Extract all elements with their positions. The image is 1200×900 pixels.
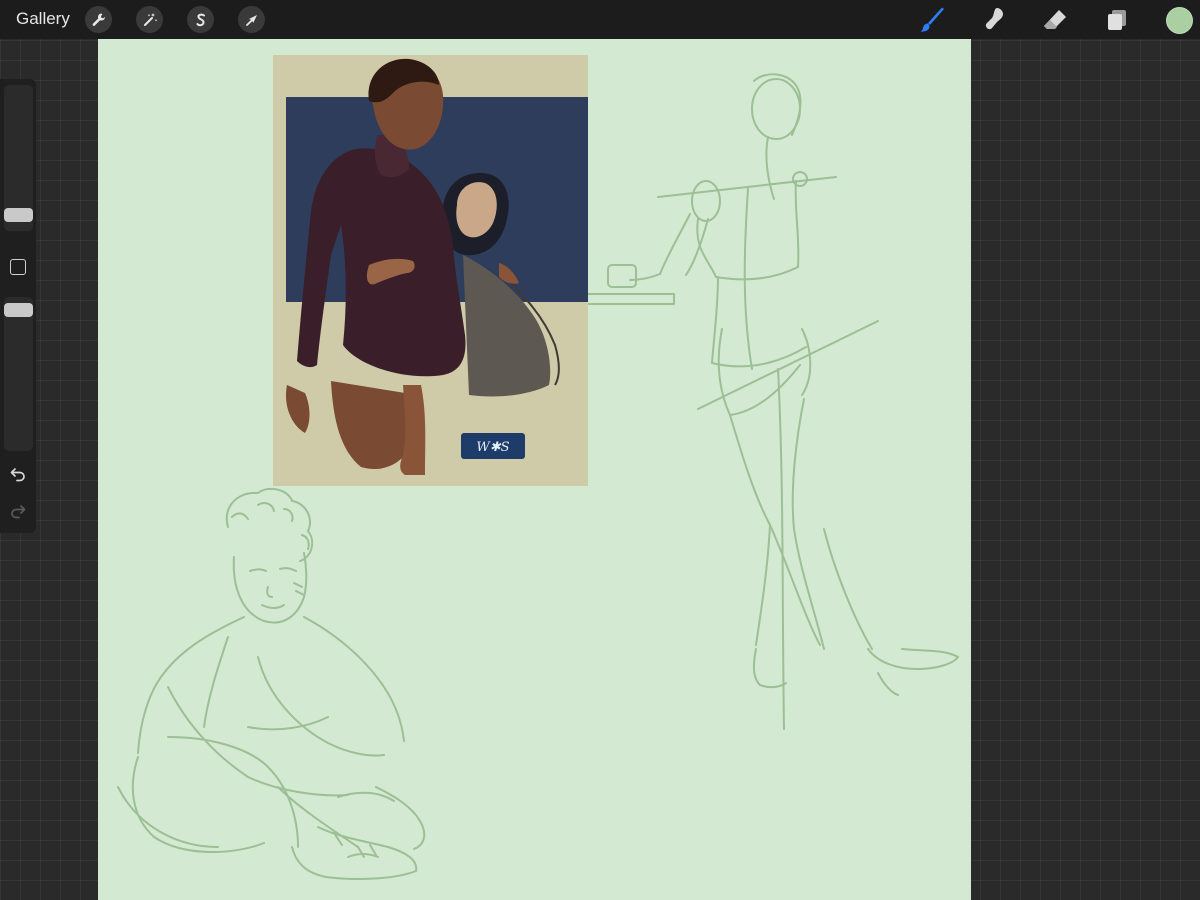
drawing-canvas[interactable]: W✱S [98,39,971,900]
modify-button[interactable] [10,259,26,275]
eraser-icon [1044,10,1066,29]
undo-icon[interactable] [9,465,27,483]
layers-icon [1108,10,1126,30]
side-toolbar [0,79,36,533]
redo-icon[interactable] [9,502,27,520]
magic-wand-icon [143,12,157,26]
layers-button[interactable] [1102,5,1132,35]
artwork-signature: W✱S [476,440,509,455]
opacity-slider-thumb[interactable] [4,303,33,317]
selection-s-icon [196,13,205,26]
adjustments-button[interactable] [136,6,163,33]
actions-wrench-button[interactable] [85,6,112,33]
eraser-tool-button[interactable] [1040,5,1070,35]
crouching-figure-sketch [117,487,426,880]
smudge-tool-button[interactable] [979,5,1009,35]
selection-button[interactable] [187,6,214,33]
smudge-icon [985,8,1003,30]
gallery-button[interactable]: Gallery [16,9,70,29]
brush-tool-button[interactable] [918,5,948,35]
brush-size-slider-thumb[interactable] [4,208,33,222]
standing-figure-sketch [578,73,959,730]
transform-arrow-icon [245,14,257,26]
artwork-painting: W✱S [273,55,588,486]
brush-icon [920,7,944,32]
wrench-icon [92,13,105,26]
top-toolbar: Gallery [0,0,1200,39]
current-color-swatch[interactable] [1166,7,1193,34]
transform-button[interactable] [238,6,265,33]
opacity-slider[interactable] [4,297,33,451]
